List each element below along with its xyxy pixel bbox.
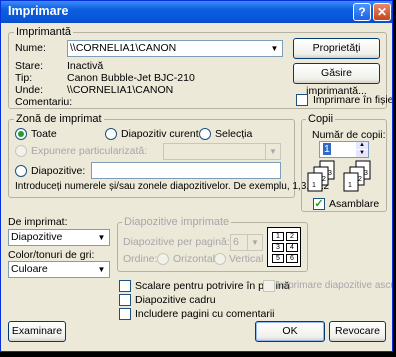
chevron-down-icon[interactable]: ▼ [267, 41, 282, 56]
range-slides-label: Diapozitive: [31, 165, 86, 177]
frame-slides-label: Diapozitive cadru [135, 294, 216, 306]
printer-name-value: \\CORNELIA1\CANON [70, 42, 177, 54]
svg-text:1: 1 [348, 182, 352, 189]
range-slides-radio[interactable] [15, 165, 27, 177]
status-label: Stare: [15, 60, 44, 72]
thumb-slide: 2 [286, 232, 298, 241]
spinner-down-icon[interactable]: ▼ [356, 150, 368, 157]
per-page-value: 6 [233, 236, 239, 248]
copies-count-label: Număr de copii: [312, 129, 386, 141]
include-comments-checkbox[interactable] [119, 308, 131, 320]
order-vertical-label: Vertical [229, 253, 264, 265]
frame-slides-checkbox[interactable] [119, 294, 131, 306]
thumb-slide: 5 [272, 254, 284, 263]
range-selection-label: Selecția [215, 128, 253, 140]
range-current-radio[interactable] [105, 128, 117, 140]
scale-to-fit-checkbox[interactable] [119, 280, 131, 292]
cancel-button[interactable]: Revocare [329, 321, 386, 342]
chevron-down-icon[interactable]: ▼ [265, 144, 280, 159]
printer-name-label: Nume: [15, 42, 46, 54]
printer-name-select[interactable]: \\CORNELIA1\CANON ▼ [67, 40, 283, 57]
chevron-down-icon[interactable]: ▼ [94, 230, 109, 245]
range-all-label: Toate [31, 128, 57, 140]
svg-text:3: 3 [364, 170, 368, 177]
thumb-slide: 1 [272, 232, 284, 241]
collate-icon: 321 321 [307, 160, 371, 192]
copies-legend: Copii [306, 113, 336, 125]
spinner-up-icon[interactable]: ▲ [356, 142, 368, 149]
thumb-slide: 6 [286, 254, 298, 263]
svg-text:3: 3 [328, 170, 332, 177]
type-label: Tip: [15, 72, 33, 84]
order-vertical-radio[interactable] [214, 253, 226, 265]
color-select[interactable]: Culoare ▼ [8, 261, 110, 278]
range-selection-radio[interactable] [199, 128, 211, 140]
per-page-label: Diapozitive per pagină: [123, 236, 230, 248]
close-button[interactable]: ✕ [373, 3, 391, 21]
order-label: Ordine: [123, 253, 158, 265]
per-page-select[interactable]: 6 ▼ [230, 234, 263, 251]
range-hint: Introduceți numerele și/sau zonele diapo… [15, 181, 330, 192]
handouts-legend: Diapozitive imprimate [122, 216, 232, 228]
print-what-label: De imprimat: [8, 216, 68, 228]
collate-label: Asamblare [329, 198, 380, 210]
order-horizontal-label: Orizontal [173, 253, 216, 265]
color-label: Color/tonuri de gri: [8, 249, 95, 261]
status-value: Inactivă [67, 60, 104, 72]
copies-count-value: 1 [323, 143, 331, 155]
print-what-select[interactable]: Diapozitive ▼ [8, 229, 110, 246]
type-value: Canon Bubble-Jet BJC-210 [67, 72, 195, 84]
where-label: Unde: [15, 84, 44, 96]
print-to-file-label: Imprimare în fișier [313, 94, 393, 106]
comment-label: Comentariu: [15, 96, 73, 108]
thumb-slide: 3 [272, 243, 284, 252]
preview-button[interactable]: Examinare [8, 321, 66, 342]
print-hidden-checkbox[interactable] [263, 280, 275, 292]
copies-count-input[interactable]: 1 ▲ ▼ [319, 141, 369, 158]
where-value: \\CORNELIA1\CANON [67, 84, 174, 96]
print-what-value: Diapozitive [11, 231, 63, 243]
print-to-file-checkbox[interactable] [296, 94, 308, 106]
title-bar[interactable]: Imprimare ? ✕ [1, 1, 392, 23]
collate-checkbox[interactable]: ✓ [313, 198, 325, 210]
print-hidden-label: Imprimare diapozitive ascunse [277, 280, 392, 291]
svg-text:2: 2 [358, 176, 362, 183]
handout-preview: 1 2 3 4 5 6 [267, 227, 301, 267]
find-printer-button[interactable]: Găsire imprimantă... [293, 63, 380, 97]
thumb-slide: 4 [286, 243, 298, 252]
help-button[interactable]: ? [353, 3, 371, 21]
print-range-legend: Zonă de imprimat [14, 113, 104, 125]
dialog-title: Imprimare [8, 4, 69, 18]
slides-input[interactable] [91, 162, 281, 179]
range-all-radio[interactable] [15, 128, 27, 140]
order-horizontal-radio[interactable] [157, 253, 169, 265]
ok-button[interactable]: OK [255, 321, 325, 342]
printer-group-legend: Imprimantă [14, 26, 74, 38]
svg-text:2: 2 [322, 176, 326, 183]
include-comments-label: Includere pagini cu comentarii [135, 308, 275, 320]
chevron-down-icon[interactable]: ▼ [247, 235, 262, 250]
range-custom-show-label: Expunere particularizată: [31, 145, 148, 157]
properties-button[interactable]: Proprietăți [293, 38, 380, 59]
print-dialog: Imprimare ? ✕ Imprimantă Nume: \\CORNELI… [0, 0, 393, 352]
svg-text:1: 1 [312, 182, 316, 189]
color-value: Culoare [11, 263, 48, 275]
range-current-label: Diapozitiv curent [121, 128, 199, 140]
range-custom-show-radio[interactable] [15, 145, 27, 157]
custom-show-select[interactable]: ▼ [163, 143, 281, 160]
chevron-down-icon[interactable]: ▼ [94, 262, 109, 277]
